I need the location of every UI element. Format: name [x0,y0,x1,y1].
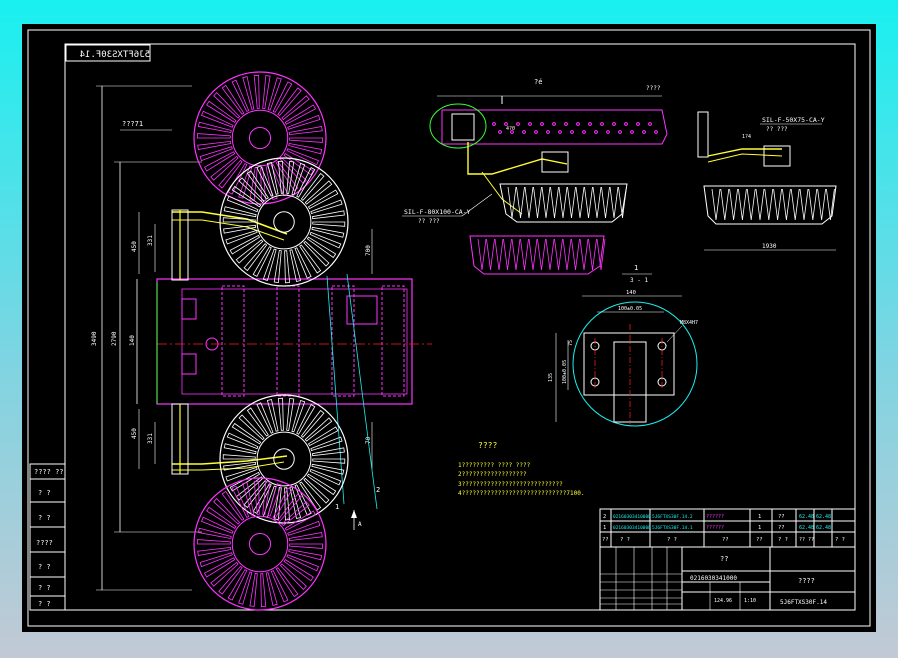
technical-notes: ???? 1????????? ???? ???? 2?????????????… [458,441,584,497]
bom-head-1: ? ? [620,537,630,543]
section-sub: 3 - 1 [630,277,648,284]
left-strip-label-6: ? ? [38,600,51,608]
bom-row-1-mat: ?? [778,514,785,520]
side-elevation-view: ?é ???? 4?0 SIL-F-80X100-CA-Y ?? ??? [402,78,668,275]
dim-lower-small: 331 [147,433,154,444]
bom-head-7: ? ? [835,537,845,543]
dim-bottom-right: 1930 [762,243,777,250]
bom-row-2-desc: ?????? [706,525,724,531]
bom-row-2-no: 1 [603,525,606,531]
hole-callout: M8X4H7 [680,320,698,326]
end-elevation-view: 1930 SIL-F-50X75-CA-Y ?? ??? 1?4 [697,111,837,251]
title-code: 0216030341000 [690,575,737,582]
left-title-strip: ???? ?? ? ? ? ? ???? ? ? ? ? ? ? [29,463,66,611]
bom-row-1-no: 2 [603,514,606,520]
bom-row-1-w2: 62.48 [816,514,831,520]
dim-lower-arm: 450 [131,428,138,439]
bom-head-0: ?? [602,537,609,543]
left-strip-label-0: ???? ?? [34,468,64,476]
leader-1: 1 [335,503,339,511]
section-dim-w2: 100±0.05 [618,306,642,312]
mirrored-drawing-number: 5J6FTXS30F.14 [80,50,150,60]
title-drawing-no: 5J6FTXS30F.14 [780,599,827,606]
title-scale: 1:10 [744,598,756,604]
bom-row-2-mat: ?? [778,525,785,531]
bom-head-4: ?? [756,537,763,543]
callout-a: SIL-F-80X100-CA-Y [404,208,471,216]
bom-row-1-name: 5J6FTXS30F.14.2 [652,514,693,520]
bom-head-6: ?? ?? [799,537,814,543]
bom-head-2: ? ? [667,537,677,543]
bom-row-2-qty: 1 [758,525,761,531]
section-dim-w: 140 [626,290,636,296]
bom-row-1-code: 0216030341000B [613,514,651,520]
notes-title: ???? [478,441,497,450]
side-dim-small: 4?0 [506,126,515,132]
bom-title-block: 2 0216030341000B 5J6FTXS30F.14.2 ???? ?? … [599,508,856,611]
note-2: 2?????????????????? [458,471,527,478]
dim-right-a: 700 [365,245,372,256]
bom-row-2-name: 5J6FTXS30F.14.1 [652,525,693,531]
side-ruler-label: ???? [646,85,661,92]
section-dim-h3: 135 [548,373,554,382]
title-weight: 124.96 [714,598,732,604]
leader-2: 2 [376,486,380,494]
callout-b: SIL-F-50X75-CA-Y [762,116,825,124]
front-label: ???71 [122,120,143,128]
bom-head-5: ? ? [778,537,788,543]
left-strip-label-3: ???? [36,539,53,547]
section-view: 1 3 - 1 140 100±0.05 75 135 100±0.05 M8X… [548,264,698,427]
dim-left-mid: 140 [129,335,136,346]
bom-row-1-desc: ?????? [706,514,724,520]
bom-row-2-w2: 62.48 [816,525,831,531]
inner-border [64,43,856,611]
bom-row-1-qty: 1 [758,514,761,520]
dim-upper-arm: 450 [131,241,138,252]
arrow-a: A [358,521,362,528]
left-strip-label-4: ? ? [38,563,51,571]
title-center: ?? [720,555,728,563]
dim-left-inner: 2790 [111,331,118,346]
left-strip-label-1: ? ? [38,489,51,497]
end-dim-small: 1?4 [742,134,751,140]
note-1: 1????????? ???? ???? [458,462,531,469]
rotor-lower-outer [193,477,327,611]
outer-border [27,29,871,627]
callout-a-sub: ?? ??? [418,218,440,225]
cad-drawing-canvas[interactable]: 5J6FTXS30F.14 ???? ?? ? ? ? ? ???? ? ? ?… [22,24,876,632]
section-dim-h: 75 [568,340,574,346]
left-strip-label-2: ? ? [38,514,51,522]
drawing-svg: 5J6FTXS30F.14 ???? ?? ? ? ? ? ???? ? ? ?… [27,29,871,627]
rotor-upper-inner [219,157,349,287]
note-4: 4?????????????????????????????7100. [458,490,584,497]
bom-row-1-w1: 62.48 [799,514,814,520]
section-dim-h2: 100±0.05 [562,360,568,384]
dim-left-total: 3490 [91,331,98,346]
bom-row-2-code: 0216030341000B [613,525,651,531]
side-view-label: ?é [534,78,542,86]
callout-b-sub: ?? ??? [766,126,788,133]
dim-upper-small: 331 [147,235,154,246]
left-strip-label-5: ? ? [38,584,51,592]
section-label: 1 [634,264,638,272]
title-name: ???? [798,577,815,585]
bom-row-2-w1: 62.48 [799,525,814,531]
note-3: 3???????????????????????????? [458,481,563,488]
bom-head-3: ?? [722,537,729,543]
